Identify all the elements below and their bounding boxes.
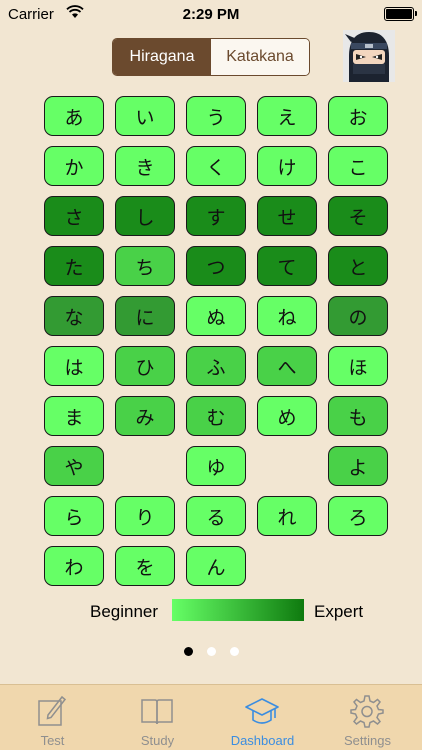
status-time: 2:29 PM [182,6,240,23]
tab-dashboard-label: Dashboard [230,733,295,748]
kana-button[interactable]: な [44,296,104,336]
kana-button[interactable]: わ [44,546,104,586]
ninja-avatar-image [343,30,395,82]
kana-button[interactable]: せ [257,196,317,236]
tab-dashboard[interactable]: Dashboard [210,685,315,750]
kana-button[interactable]: う [186,96,246,136]
kana-button[interactable]: を [115,546,175,586]
gear-icon [350,695,384,728]
kana-button[interactable]: ろ [328,496,388,536]
kana-button[interactable]: ら [44,496,104,536]
tab-test-label: Test [40,733,65,748]
kana-button[interactable]: と [328,246,388,286]
tab-settings[interactable]: Settings [315,685,420,750]
page-indicator[interactable] [0,647,422,659]
kana-button[interactable]: た [44,246,104,286]
page-dot[interactable] [230,647,239,656]
kana-button[interactable]: ひ [115,346,175,386]
kana-button[interactable]: よ [328,446,388,486]
segment-hiragana[interactable]: Hiragana [113,39,211,75]
kana-button[interactable]: ぬ [186,296,246,336]
graduation-cap-icon [245,698,279,724]
ninja-avatar[interactable] [343,30,395,82]
segment-katakana[interactable]: Katakana [211,39,309,75]
page-dot-active[interactable] [184,647,193,656]
kana-button[interactable]: お [328,96,388,136]
kana-button[interactable]: ほ [328,346,388,386]
kana-button[interactable]: し [115,196,175,236]
kana-button[interactable]: の [328,296,388,336]
kana-button[interactable]: け [257,146,317,186]
open-book-icon [141,699,173,725]
kana-button[interactable]: さ [44,196,104,236]
kana-button[interactable]: も [328,396,388,436]
kana-button[interactable]: そ [328,196,388,236]
kana-button[interactable]: ち [115,246,175,286]
kana-button[interactable]: つ [186,246,246,286]
battery-icon [384,7,417,21]
kana-button[interactable]: め [257,396,317,436]
page-dot[interactable] [207,647,216,656]
kana-button[interactable]: は [44,346,104,386]
kana-button[interactable]: ま [44,396,104,436]
kana-button[interactable]: ふ [186,346,246,386]
kana-button[interactable]: い [115,96,175,136]
tab-study-label: Study [140,733,175,748]
mastery-legend: Beginner Expert [0,598,422,624]
kana-button[interactable]: む [186,396,246,436]
kana-button[interactable]: す [186,196,246,236]
kana-button[interactable]: み [115,396,175,436]
kana-button[interactable]: て [257,246,317,286]
tab-study[interactable]: Study [105,685,210,750]
tab-settings-label: Settings [344,733,391,748]
kana-button[interactable]: れ [257,496,317,536]
tab-bar: Test Study Dashboard Settings [0,684,422,750]
kana-button[interactable]: る [186,496,246,536]
legend-beginner-label: Beginner [90,602,159,621]
kana-button[interactable]: く [186,146,246,186]
kana-button[interactable]: き [115,146,175,186]
legend-gradient-bar [172,599,304,621]
kana-type-segmented-control[interactable]: Hiragana Katakana [112,38,310,76]
tab-test[interactable]: Test [0,685,105,750]
kana-button[interactable]: へ [257,346,317,386]
kana-button[interactable]: え [257,96,317,136]
kana-button[interactable]: り [115,496,175,536]
status-bar: Carrier 2:29 PM [0,0,422,30]
kana-button[interactable]: あ [44,96,104,136]
kana-button[interactable]: や [44,446,104,486]
kana-button[interactable]: ん [186,546,246,586]
legend-expert-label: Expert [314,602,364,621]
kana-button[interactable]: こ [328,146,388,186]
kana-button[interactable]: ね [257,296,317,336]
kana-button[interactable]: に [115,296,175,336]
kana-button[interactable]: ゆ [186,446,246,486]
kana-button[interactable]: か [44,146,104,186]
pencil-paper-icon [38,695,67,726]
